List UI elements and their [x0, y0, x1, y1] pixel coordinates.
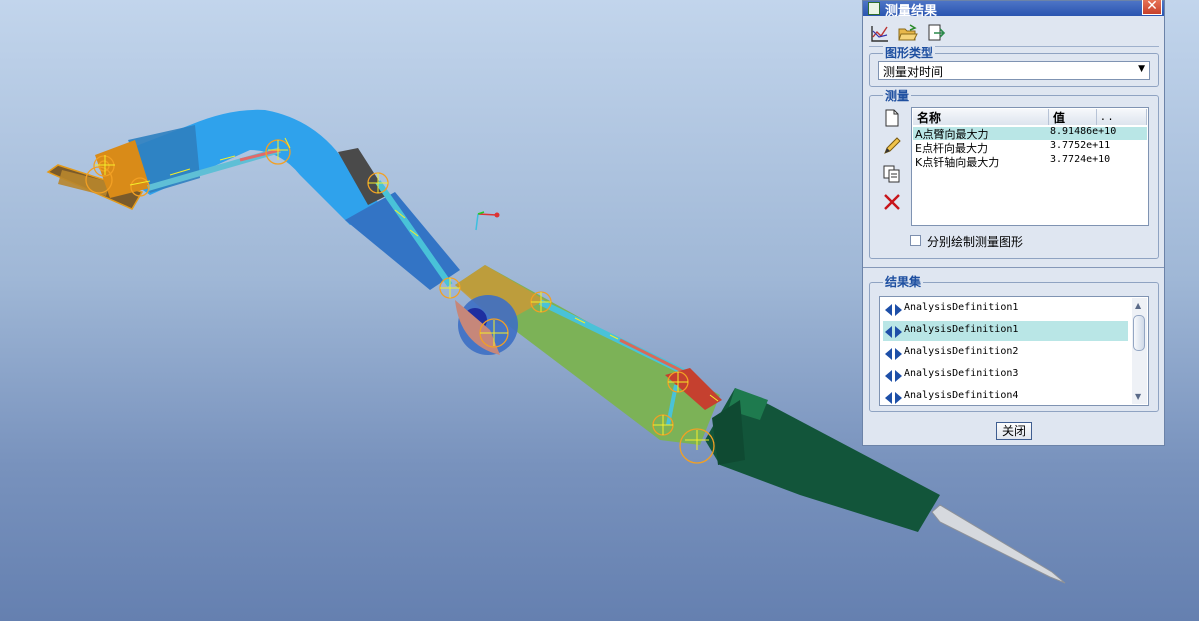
measure-results-dialog: 测量结果 ✕ 图形类型 测量对时间 ▼ 测量 名称 值 . . A点臂向最大力 … [862, 0, 1165, 446]
arrow-left-icon [885, 348, 892, 360]
dialog-app-icon [868, 2, 880, 15]
list-item[interactable]: AnalysisDefinition1 [883, 321, 1128, 341]
separate-plot-checkbox[interactable] [910, 235, 921, 246]
list-item[interactable]: AnalysisDefinition4 [883, 387, 1128, 405]
column-header-name[interactable]: 名称 [913, 109, 1049, 125]
copy-icon[interactable] [881, 163, 903, 185]
table-row[interactable]: K点钎轴向最大力 3.7724e+10 [913, 154, 1147, 169]
measure-name: K点钎轴向最大力 [915, 156, 1000, 169]
arrow-right-icon [895, 348, 902, 360]
measure-value: 3.7724e+10 [1050, 154, 1111, 165]
measure-label: 测量 [883, 87, 912, 104]
arrow-left-icon [885, 326, 892, 338]
plot-type-value: 测量对时间 [883, 65, 944, 79]
column-header-more[interactable]: . . [1097, 109, 1147, 125]
close-window-button[interactable]: ✕ [1142, 0, 1162, 15]
open-folder-icon[interactable] [898, 23, 918, 43]
list-item[interactable]: AnalysisDefinition3 [883, 365, 1128, 385]
edit-icon[interactable] [881, 135, 903, 157]
scroll-up-icon[interactable]: ▲ [1135, 301, 1141, 310]
list-item[interactable]: AnalysisDefinition2 [883, 343, 1128, 363]
table-row[interactable]: E点杆向最大力 3.7752e+11 [913, 140, 1147, 155]
arrow-left-icon [885, 392, 892, 404]
result-item-label: AnalysisDefinition4 [904, 390, 1019, 401]
dropdown-arrow-icon[interactable]: ▼ [1138, 64, 1145, 74]
result-item-label: AnalysisDefinition1 [904, 302, 1019, 313]
export-icon[interactable] [926, 23, 946, 43]
result-item-label: AnalysisDefinition1 [904, 324, 1019, 335]
dialog-title: 测量结果 [885, 4, 938, 19]
arrow-right-icon [895, 326, 902, 338]
arrow-left-icon [885, 304, 892, 316]
measure-value: 8.91486e+10 [1050, 126, 1117, 137]
column-header-value[interactable]: 值 [1049, 109, 1097, 125]
table-row[interactable]: A点臂向最大力 8.91486e+10 [913, 126, 1147, 141]
result-set-list[interactable]: AnalysisDefinition1 AnalysisDefinition1 … [879, 296, 1149, 406]
measure-table[interactable]: 名称 值 . . A点臂向最大力 8.91486e+10 E点杆向最大力 3.7… [911, 107, 1149, 226]
plot-type-label: 图形类型 [883, 44, 936, 61]
plot-type-dropdown[interactable]: 测量对时间 ▼ [878, 61, 1150, 80]
delete-icon[interactable] [881, 191, 903, 213]
scroll-down-icon[interactable]: ▼ [1135, 392, 1141, 401]
chisel-part [931, 504, 1066, 584]
arrow-right-icon [895, 392, 902, 404]
result-item-label: AnalysisDefinition2 [904, 346, 1019, 357]
result-item-label: AnalysisDefinition3 [904, 368, 1019, 379]
dialog-titlebar[interactable]: 测量结果 ✕ [863, 0, 1164, 19]
close-button[interactable]: 关闭 [996, 422, 1032, 440]
graph-icon[interactable] [870, 23, 890, 43]
list-item[interactable]: AnalysisDefinition1 [883, 299, 1128, 319]
scroll-thumb[interactable] [1133, 315, 1145, 351]
arrow-left-icon [885, 370, 892, 382]
close-icon: ✕ [1146, 0, 1158, 14]
result-list-scrollbar[interactable]: ▲ ▼ [1132, 298, 1147, 404]
measure-value: 3.7752e+11 [1050, 140, 1111, 151]
separate-plot-label: 分别绘制测量图形 [927, 235, 1024, 249]
new-icon[interactable] [881, 107, 903, 129]
result-set-label: 结果集 [883, 273, 924, 290]
arrow-right-icon [895, 304, 902, 316]
arrow-right-icon [895, 370, 902, 382]
